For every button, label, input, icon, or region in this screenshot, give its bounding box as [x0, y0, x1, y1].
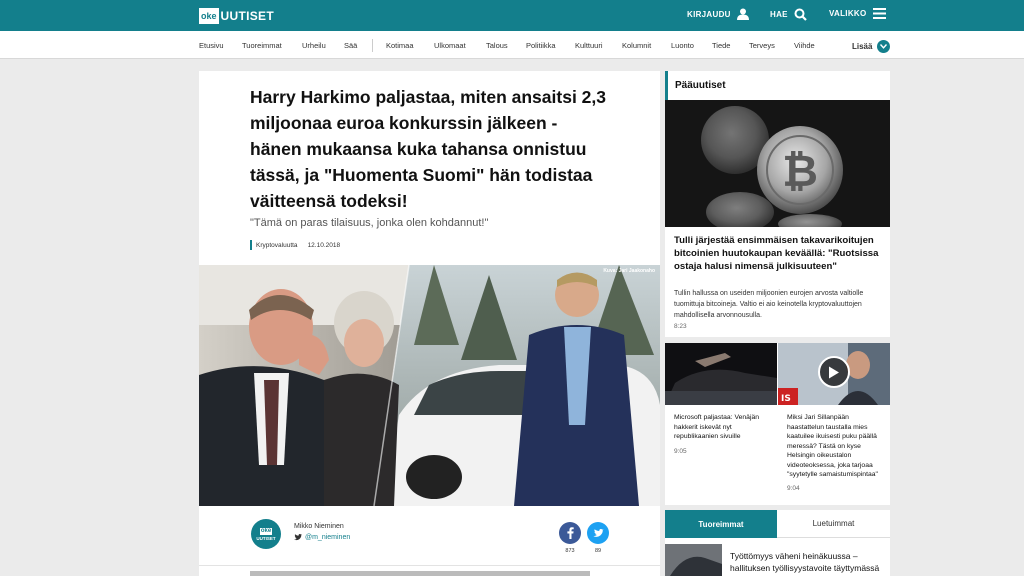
author-row: oke UUTISET Mikko Nieminen @m_nieminen 8…	[199, 506, 660, 566]
author-handle-text: @m_nieminen	[305, 534, 351, 541]
login-label: KIRJAUDU	[687, 9, 731, 19]
menu-label: VALIKKO	[829, 9, 867, 18]
author-twitter-link[interactable]: @m_nieminen	[294, 534, 350, 541]
latest-tabs-box: Tuoreimmat Luetuimmat Työttömyys väheni …	[665, 510, 890, 576]
latest-news-headline[interactable]: Työttömyys väheni heinäkuussa – hallituk…	[730, 550, 888, 574]
twitter-bird-icon	[294, 534, 302, 541]
article-subhead: "Tämä on paras tilaisuus, jonka olen koh…	[250, 217, 489, 229]
category-marker	[250, 240, 252, 250]
logo-box: oke	[199, 7, 219, 24]
nav-item-viihde[interactable]: Viihde	[794, 41, 815, 50]
nav-item-luonto[interactable]: Luonto	[671, 41, 694, 50]
article-headline: Harry Harkimo paljastaa, miten ansaitsi …	[250, 87, 606, 211]
hamburger-icon	[872, 8, 886, 19]
news-item-headline: Microsoft paljastaa: Venäjän hakkerit is…	[674, 414, 760, 440]
nav-divider	[372, 39, 373, 52]
cut-off-text-line	[250, 571, 590, 576]
facebook-share-count: 873	[565, 548, 575, 554]
search-icon	[794, 8, 807, 21]
sidebar-hero-headline[interactable]: Tulli järjestää ensimmäisen takavarikoit…	[674, 234, 886, 273]
bitcoin-image[interactable]: ₿	[665, 100, 890, 227]
nav-item-kotimaa[interactable]: Kotimaa	[386, 41, 414, 50]
nav-item-kolumnit[interactable]: Kolumnit	[622, 41, 651, 50]
facebook-share-button[interactable]	[559, 522, 581, 544]
news-thumbnail	[665, 544, 722, 576]
article-date: 12.10.2018	[307, 241, 341, 249]
tab-tuoreimmat[interactable]: Tuoreimmat	[665, 510, 777, 538]
sidebar-news-item[interactable]: IS Miksi Jari Sillanpään haastattelun ta…	[778, 343, 890, 505]
author-logo-text: UUTISET	[256, 535, 276, 541]
bitcoin-coins-illustration: ₿	[665, 100, 890, 227]
author-name[interactable]: Mikko Nieminen	[294, 523, 344, 530]
nav-item-terveys[interactable]: Terveys	[749, 41, 775, 50]
article-card: Harry Harkimo paljastaa, miten ansaitsi …	[199, 71, 660, 576]
play-icon[interactable]	[818, 356, 850, 388]
nav-item-kulttuuri[interactable]: Kulttuuri	[575, 41, 603, 50]
hacker-image	[665, 343, 777, 405]
nav-item-tuoreimmat[interactable]: Tuoreimmat	[242, 41, 282, 50]
user-icon	[736, 8, 749, 20]
article-hero-image: Kuva: Jari Jaakonaho	[199, 265, 660, 506]
sidebar-hero-time: 8:23	[674, 323, 687, 330]
more-label: Lisää	[852, 42, 873, 51]
author-avatar: oke UUTISET	[251, 519, 281, 549]
photo-credit: Kuva: Jari Jaakonaho	[603, 268, 655, 274]
sidebar-hero-description: Tullin hallussa on useiden miljoonien eu…	[674, 290, 864, 319]
article-category[interactable]: Kryptovaluutta	[256, 242, 298, 249]
nav-item-etusivu[interactable]: Etusivu	[199, 41, 224, 50]
twitter-share-count: 89	[594, 548, 602, 554]
twitter-icon	[592, 528, 604, 537]
search-button[interactable]: HAE	[770, 8, 807, 21]
news-item-time: 9:04	[787, 485, 800, 492]
facebook-icon	[566, 527, 574, 539]
nav-item-urheilu[interactable]: Urheilu	[302, 41, 326, 50]
menu-button[interactable]: VALIKKO	[829, 8, 886, 19]
top-bar: oke UUTISET KIRJAUDU HAE VALIKKO	[0, 0, 1024, 31]
sidebar-news-item[interactable]: Microsoft paljastaa: Venäjän hakkerit is…	[665, 343, 777, 505]
article-body-preview	[250, 571, 610, 576]
logo-text: UUTISET	[220, 8, 274, 23]
section-nav: Etusivu Tuoreimmat Urheilu Sää Kotimaa U…	[0, 31, 1024, 59]
hero-photo-illustration	[199, 265, 660, 506]
nav-item-talous[interactable]: Talous	[486, 41, 508, 50]
video-thumbnail: IS	[778, 343, 890, 405]
tab-luetuimmat[interactable]: Luetuimmat	[777, 510, 890, 538]
nav-item-saa[interactable]: Sää	[344, 41, 357, 50]
sidebar-title: Pääuutiset	[665, 71, 890, 100]
nav-item-politiikka[interactable]: Politiikka	[526, 41, 556, 50]
main-news-sidebar: Pääuutiset ₿ Tulli järjestää ensimmäisen…	[665, 71, 890, 505]
twitter-share-button[interactable]	[587, 522, 609, 544]
svg-text:₿: ₿	[782, 146, 818, 197]
news-item-time: 9:05	[674, 448, 687, 455]
search-label: HAE	[770, 10, 788, 19]
nav-item-ulkomaat[interactable]: Ulkomaat	[434, 41, 466, 50]
nav-item-tiede[interactable]: Tiede	[712, 41, 730, 50]
svg-text:IS: IS	[781, 394, 791, 404]
news-item-headline: Miksi Jari Sillanpään haastattelun taust…	[787, 414, 878, 478]
article-meta: Kryptovaluutta 12.10.2018	[250, 240, 340, 250]
author-logo-box: oke	[259, 527, 273, 535]
login-button[interactable]: KIRJAUDU	[687, 8, 749, 20]
site-logo[interactable]: oke UUTISET	[199, 7, 274, 24]
chevron-down-icon	[877, 40, 891, 53]
more-menu-button[interactable]: Lisää	[852, 40, 891, 53]
